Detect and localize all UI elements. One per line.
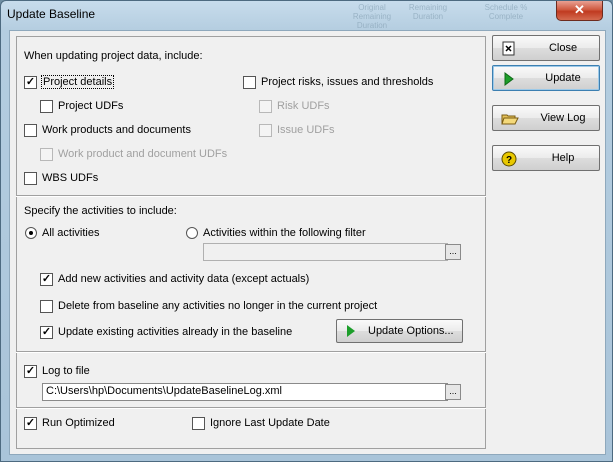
delete-from-baseline-checkbox[interactable] — [40, 300, 53, 313]
section-divider — [16, 407, 486, 409]
play-icon — [501, 71, 517, 87]
project-risks-checkbox[interactable] — [243, 76, 256, 89]
work-product-udfs-label: Work product and document UDFs — [58, 148, 228, 160]
delete-from-baseline-label[interactable]: Delete from baseline any activities no l… — [58, 300, 377, 312]
work-product-udfs-checkbox[interactable] — [40, 148, 53, 161]
filter-browse-button[interactable]: ... — [445, 244, 461, 260]
log-to-file-label[interactable]: Log to file — [42, 365, 90, 377]
help-icon: ? — [501, 151, 517, 167]
project-details-checkbox[interactable]: ✓ — [24, 76, 37, 89]
background-column-hint: Original Remaining Duration — [352, 3, 392, 30]
dialog-client-area: When updating project data, include: ✓ P… — [9, 30, 606, 455]
filter-activities-radio[interactable] — [186, 227, 198, 239]
title-bar[interactable]: Update Baseline Original Remaining Durat… — [1, 1, 612, 30]
issue-udfs-label: Issue UDFs — [277, 124, 335, 136]
add-new-activities-label[interactable]: Add new activities and activity data (ex… — [58, 273, 309, 285]
work-products-checkbox[interactable] — [24, 124, 37, 137]
project-risks-label[interactable]: Project risks, issues and thresholds — [261, 76, 433, 88]
update-existing-label[interactable]: Update existing activities already in th… — [58, 326, 292, 338]
all-activities-radio[interactable] — [25, 227, 37, 239]
risk-udfs-label: Risk UDFs — [277, 100, 330, 112]
log-browse-button[interactable]: ... — [445, 384, 461, 400]
svg-text:?: ? — [506, 155, 512, 166]
risk-udfs-checkbox[interactable] — [259, 100, 272, 113]
update-options-button[interactable]: Update Options... — [336, 319, 463, 343]
update-baseline-dialog: Update Baseline Original Remaining Durat… — [0, 0, 613, 462]
ignore-last-update-checkbox[interactable] — [192, 417, 205, 430]
log-path-field[interactable]: C:\Users\hp\Documents\UpdateBaselineLog.… — [42, 383, 448, 401]
add-new-activities-checkbox[interactable]: ✓ — [40, 273, 53, 286]
view-log-button[interactable]: View Log — [492, 105, 600, 131]
update-existing-checkbox[interactable]: ✓ — [40, 326, 53, 339]
update-options-label: Update Options... — [368, 325, 454, 337]
filter-activities-label[interactable]: Activities within the following filter — [203, 227, 366, 239]
work-products-label[interactable]: Work products and documents — [42, 124, 191, 136]
check-icon: ✓ — [41, 326, 52, 338]
play-icon — [347, 325, 355, 337]
project-details-label[interactable]: Project details — [40, 75, 115, 89]
check-icon: ✓ — [25, 76, 36, 88]
include-heading: When updating project data, include: — [24, 50, 203, 62]
check-icon: ✓ — [25, 365, 36, 377]
window-close-button[interactable]: ✕ — [556, 1, 603, 21]
help-button[interactable]: ? Help — [492, 145, 600, 171]
close-doc-icon — [501, 41, 517, 57]
run-optimized-checkbox[interactable]: ✓ — [24, 417, 37, 430]
close-icon: ✕ — [574, 2, 585, 17]
update-button-label: Update — [545, 72, 581, 84]
close-button[interactable]: Close — [492, 35, 600, 61]
log-to-file-checkbox[interactable]: ✓ — [24, 365, 37, 378]
wbs-udfs-checkbox[interactable] — [24, 172, 37, 185]
view-log-button-label: View Log — [540, 112, 586, 124]
ignore-last-update-label[interactable]: Ignore Last Update Date — [210, 417, 330, 429]
window-title: Update Baseline — [7, 7, 96, 21]
folder-open-icon — [501, 111, 519, 127]
project-udfs-checkbox[interactable] — [40, 100, 53, 113]
project-udfs-label[interactable]: Project UDFs — [58, 100, 123, 112]
issue-udfs-checkbox[interactable] — [259, 124, 272, 137]
check-icon: ✓ — [25, 417, 36, 429]
background-column-hint: Remaining Duration — [408, 3, 448, 21]
close-button-label: Close — [548, 42, 578, 54]
background-column-hint: Schedule % Complete — [484, 3, 528, 21]
section-divider — [16, 351, 486, 353]
run-optimized-label[interactable]: Run Optimized — [42, 417, 115, 429]
wbs-udfs-label[interactable]: WBS UDFs — [42, 172, 98, 184]
all-activities-label[interactable]: All activities — [42, 227, 99, 239]
check-icon: ✓ — [41, 273, 52, 285]
update-button[interactable]: Update — [492, 65, 600, 91]
section-divider — [16, 195, 486, 197]
help-button-label: Help — [551, 152, 575, 164]
filter-field[interactable] — [203, 243, 448, 261]
activities-heading: Specify the activities to include: — [24, 205, 177, 217]
